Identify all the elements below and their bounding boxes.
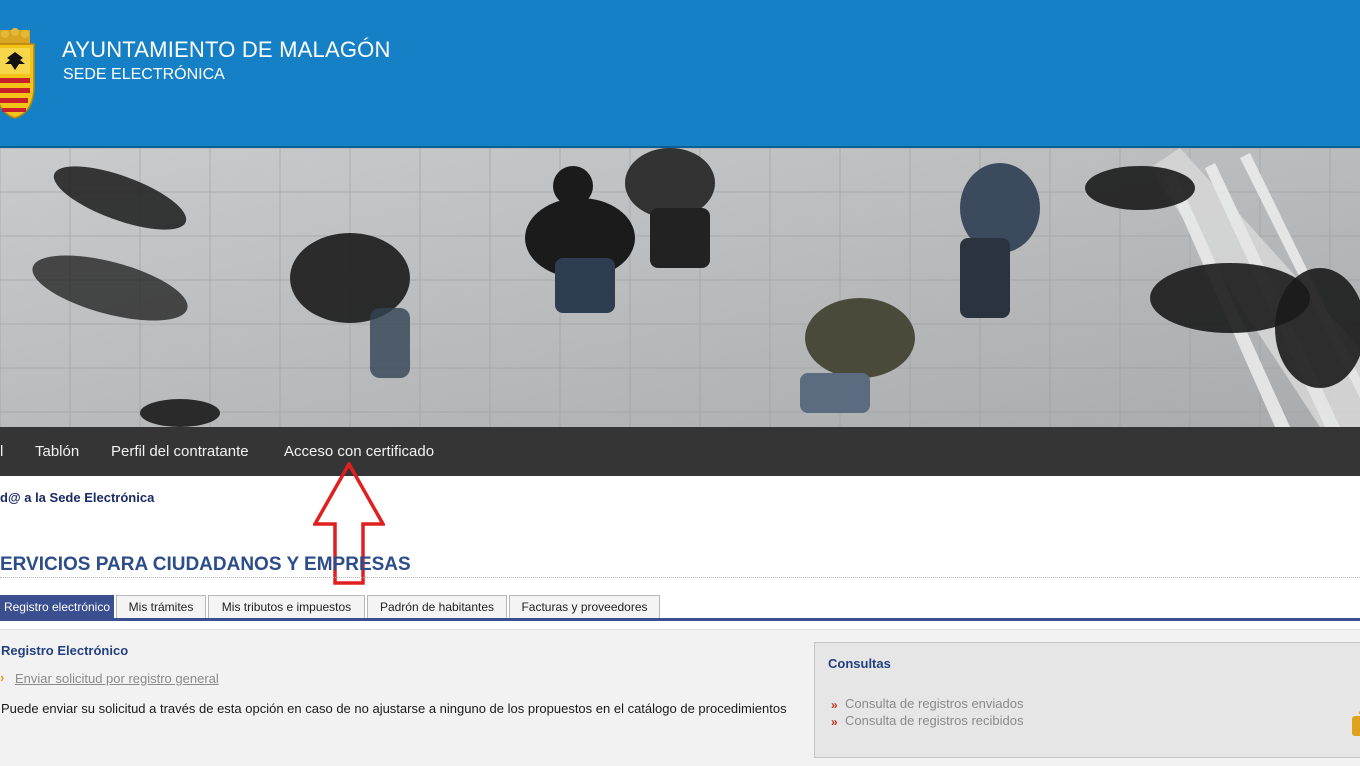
nav-item-perfil-contratante[interactable]: Perfil del contratante (111, 443, 249, 460)
site-subtitle: SEDE ELECTRÓNICA (63, 66, 225, 83)
section-description: Puede enviar su solicitud a través de es… (1, 701, 787, 716)
tab-padron-habitantes[interactable]: Padrón de habitantes (367, 595, 507, 618)
banner-photo (0, 148, 1360, 427)
padlock-icon (1352, 710, 1360, 736)
consulta-enviados-link[interactable]: Consulta de registros enviados (845, 696, 1024, 711)
services-title: ERVICIOS PARA CIUDADANOS Y EMPRESAS (0, 554, 411, 575)
tab-registro-electronico[interactable]: Registro electrónico (0, 595, 114, 618)
double-chevron-icon: » (831, 698, 838, 712)
consultas-title: Consultas (828, 656, 891, 671)
chevron-right-icon: › (0, 670, 5, 685)
main-nav: l Tablón Perfil del contratante Acceso c… (0, 427, 1360, 476)
nav-item-acceso-certificado[interactable]: Acceso con certificado (284, 443, 434, 460)
tabs-underline (0, 618, 1360, 621)
double-chevron-icon: » (831, 715, 838, 729)
site-title: AYUNTAMIENTO DE MALAGÓN (62, 37, 391, 62)
nav-item-truncated[interactable]: l (0, 443, 3, 460)
dotted-divider (0, 577, 1360, 578)
enviar-solicitud-link[interactable]: Enviar solicitud por registro general (15, 671, 219, 686)
tab-mis-tramites[interactable]: Mis trámites (116, 595, 206, 618)
site-header: AYUNTAMIENTO DE MALAGÓN SEDE ELECTRÓNICA (0, 0, 1360, 148)
nav-item-tablon[interactable]: Tablón (35, 443, 79, 460)
tab-facturas-proveedores[interactable]: Facturas y proveedores (509, 595, 660, 618)
tab-mis-tributos[interactable]: Mis tributos e impuestos (208, 595, 365, 618)
section-title: Registro Electrónico (1, 643, 129, 658)
coat-of-arms-icon (0, 28, 35, 119)
welcome-text: d@ a la Sede Electrónica (0, 490, 155, 505)
consulta-recibidos-link[interactable]: Consulta de registros recibidos (845, 713, 1023, 728)
